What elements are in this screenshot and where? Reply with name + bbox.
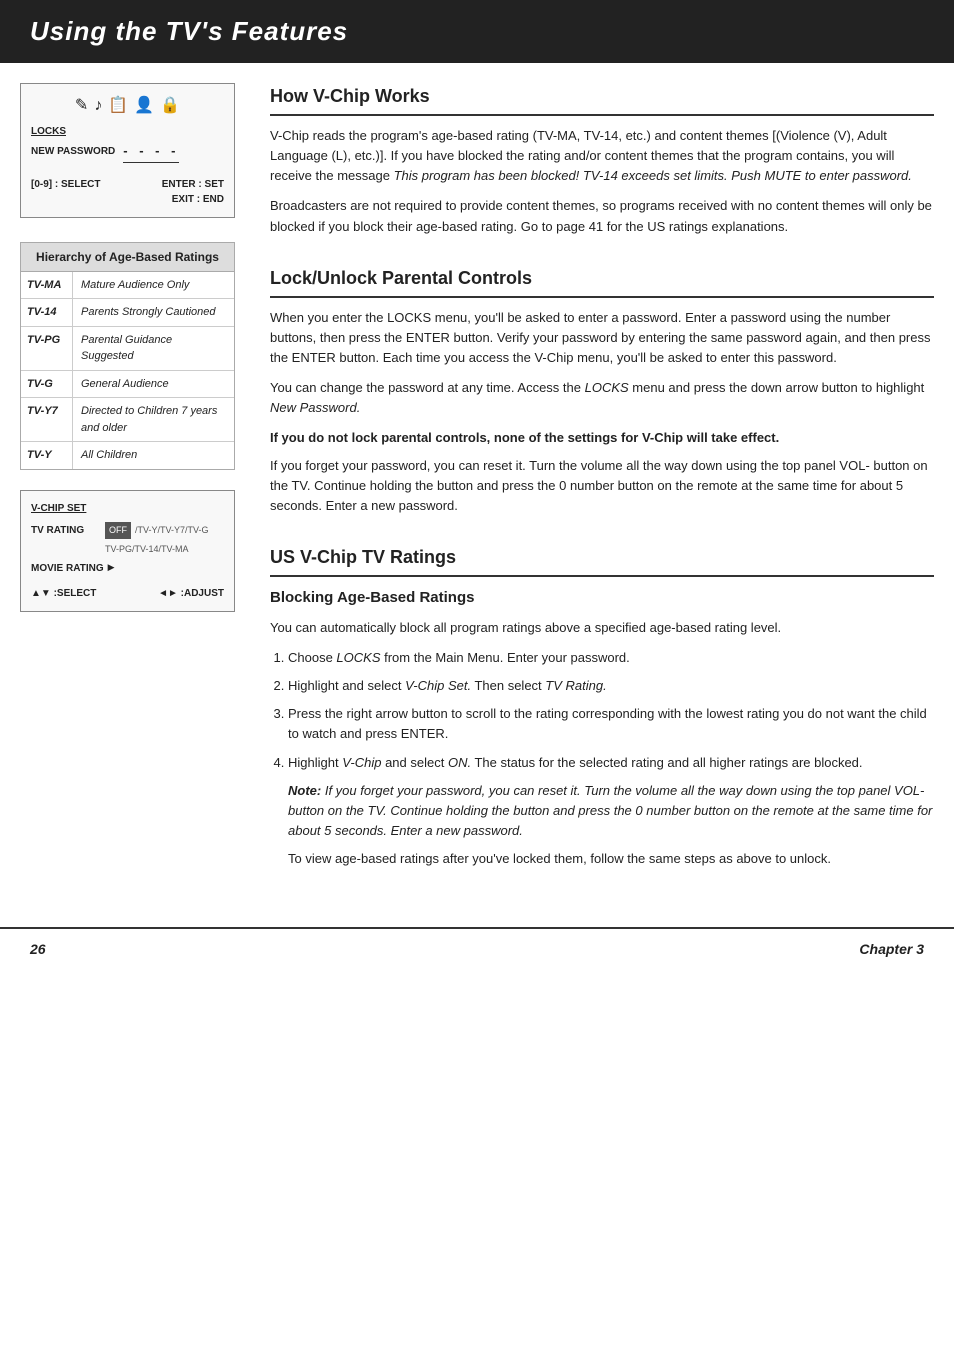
tv-rating-label: TV RATING	[31, 523, 101, 538]
table-row: TV-G General Audience	[21, 371, 234, 399]
rating-tvma: TV-MA	[21, 272, 73, 299]
table-row: TV-Y7 Directed to Children 7 years and o…	[21, 398, 234, 442]
desc-tv14: Parents Strongly Cautioned	[73, 299, 224, 326]
lock-para1: When you enter the LOCKS menu, you'll be…	[270, 308, 934, 368]
table-row: TV-PG Parental Guidance Suggested	[21, 327, 234, 371]
chapter-label: Chapter 3	[859, 939, 924, 960]
enter-exit-hint: ENTER : SET EXIT : END	[162, 177, 224, 207]
table-row: TV-Y All Children	[21, 442, 234, 469]
section-vchip-works: How V-Chip Works V-Chip reads the progra…	[270, 83, 934, 237]
movie-rating-label: MOVIE RATING	[31, 561, 104, 576]
list-item: Highlight V-Chip and select ON. The stat…	[288, 753, 934, 870]
locks-label: LOCKS	[31, 124, 224, 139]
tv-rating-values-2: TV-PG/TV-14/TV-MA	[31, 543, 224, 557]
hierarchy-table-title: Hierarchy of Age-Based Ratings	[21, 243, 234, 272]
rating-tvpg: TV-PG	[21, 327, 73, 370]
hierarchy-table: Hierarchy of Age-Based Ratings TV-MA Mat…	[20, 242, 235, 470]
page-footer: 26 Chapter 3	[0, 927, 954, 970]
list-item: Highlight and select V-Chip Set. Then se…	[288, 676, 934, 696]
desc-tvg: General Audience	[73, 371, 177, 398]
desc-tvy: All Children	[73, 442, 145, 469]
list-item: Press the right arrow button to scroll t…	[288, 704, 934, 744]
edit-icon: ✎	[75, 94, 88, 118]
page-header: Using the TV's Features	[0, 0, 954, 63]
vchip-select-hint: ▲▼ :SELECT	[31, 586, 96, 601]
desc-tvpg: Parental Guidance Suggested	[73, 327, 234, 370]
lock-icon: 🔒	[160, 94, 180, 118]
lock-ui-box: ✎ ♪ 📋 👤 🔒 LOCKS NEW PASSWORD - - - - [0-…	[20, 83, 235, 218]
left-column: ✎ ♪ 📋 👤 🔒 LOCKS NEW PASSWORD - - - - [0-…	[20, 83, 250, 897]
section-ratings: US V-Chip TV Ratings Blocking Age-Based …	[270, 544, 934, 869]
table-row: TV-14 Parents Strongly Cautioned	[21, 299, 234, 327]
movie-rating-row: MOVIE RATING ▶	[31, 561, 224, 576]
new-password-label: NEW PASSWORD	[31, 144, 115, 159]
ratings-para1: You can automatically block all program …	[270, 618, 934, 638]
tv-rating-values: /TV-Y/TV-Y7/TV-G	[135, 524, 209, 538]
lock-para2: You can change the password at any time.…	[270, 378, 934, 418]
lock-para3: If you forget your password, you can res…	[270, 456, 934, 516]
vchip-title: V-CHIP SET	[31, 501, 224, 516]
rating-tvy7: TV-Y7	[21, 398, 73, 441]
section-lock-title: Lock/Unlock Parental Controls	[270, 265, 934, 298]
music-icon: ♪	[94, 94, 102, 118]
vchip-adjust-hint: ◄► :ADJUST	[158, 586, 224, 601]
tv-rating-row: TV RATING OFF /TV-Y/TV-Y7/TV-G	[31, 522, 224, 540]
movie-rating-arrow: ▶	[108, 561, 115, 575]
rating-tv14: TV-14	[21, 299, 73, 326]
lock-bottom-row: [0-9] : SELECT ENTER : SET EXIT : END	[31, 177, 224, 207]
vchip-set-box: V-CHIP SET TV RATING OFF /TV-Y/TV-Y7/TV-…	[20, 490, 235, 612]
right-column: How V-Chip Works V-Chip reads the progra…	[270, 83, 934, 897]
section-lock: Lock/Unlock Parental Controls When you e…	[270, 265, 934, 517]
desc-tvy7: Directed to Children 7 years and older	[73, 398, 234, 441]
tv-rating-highlight: OFF	[105, 522, 131, 540]
table-row: TV-MA Mature Audience Only	[21, 272, 234, 300]
steps-list: Choose LOCKS from the Main Menu. Enter y…	[288, 648, 934, 869]
desc-tvma: Mature Audience Only	[73, 272, 197, 299]
sub-blocking-title: Blocking Age-Based Ratings	[270, 587, 934, 610]
rating-tvy: TV-Y	[21, 442, 73, 469]
lock-bold-note: If you do not lock parental controls, no…	[270, 428, 934, 448]
section-vchip-title: How V-Chip Works	[270, 83, 934, 116]
page-number: 26	[30, 939, 46, 960]
clipboard-icon: 📋	[108, 94, 128, 118]
main-content: ✎ ♪ 📋 👤 🔒 LOCKS NEW PASSWORD - - - - [0-…	[0, 83, 954, 927]
page-title: Using the TV's Features	[30, 12, 924, 51]
vchip-bottom: ▲▼ :SELECT ◄► :ADJUST	[31, 586, 224, 601]
select-hint: [0-9] : SELECT	[31, 177, 100, 207]
after-note-text: To view age-based ratings after you've l…	[288, 849, 934, 869]
list-item: Choose LOCKS from the Main Menu. Enter y…	[288, 648, 934, 668]
person-icon: 👤	[134, 94, 154, 118]
password-dashes: - - - -	[123, 141, 179, 163]
new-password-row: NEW PASSWORD - - - -	[31, 141, 224, 163]
vchip-para1: V-Chip reads the program's age-based rat…	[270, 126, 934, 186]
section-ratings-title: US V-Chip TV Ratings	[270, 544, 934, 577]
lock-icons-row: ✎ ♪ 📋 👤 🔒	[31, 94, 224, 118]
vchip-para2: Broadcasters are not required to provide…	[270, 196, 934, 236]
rating-tvg: TV-G	[21, 371, 73, 398]
note-block: Note: If you forget your password, you c…	[288, 781, 934, 841]
